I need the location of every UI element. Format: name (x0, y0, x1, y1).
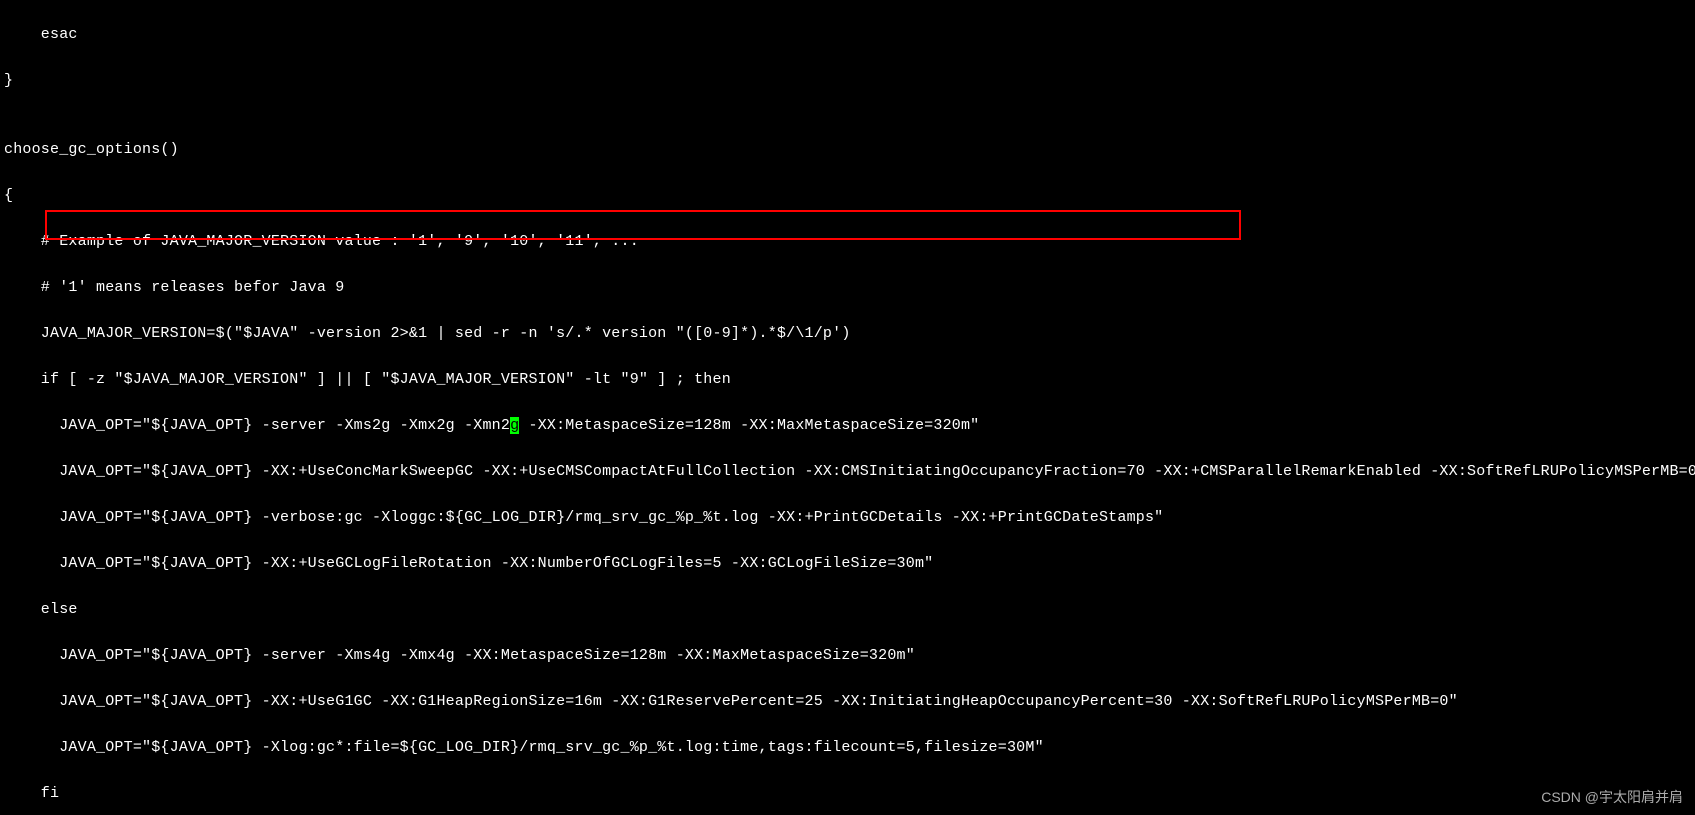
code-line: JAVA_OPT="${JAVA_OPT} -Xlog:gc*:file=${G… (4, 736, 1695, 759)
terminal-view[interactable]: esac } choose_gc_options() { # Example o… (0, 0, 1695, 815)
code-line: JAVA_OPT="${JAVA_OPT} -XX:+UseG1GC -XX:G… (4, 690, 1695, 713)
code-line: # '1' means releases befor Java 9 (4, 276, 1695, 299)
code-text: -XX:MetaspaceSize=128m -XX:MaxMetaspaceS… (519, 417, 979, 434)
code-line: # Example of JAVA_MAJOR_VERSION value : … (4, 230, 1695, 253)
code-line: JAVA_OPT="${JAVA_OPT} -verbose:gc -Xlogg… (4, 506, 1695, 529)
code-line: JAVA_OPT="${JAVA_OPT} -XX:+UseConcMarkSw… (4, 460, 1695, 483)
code-line: esac (4, 23, 1695, 46)
code-line: else (4, 598, 1695, 621)
code-line: JAVA_OPT="${JAVA_OPT} -XX:+UseGCLogFileR… (4, 552, 1695, 575)
code-line: JAVA_OPT="${JAVA_OPT} -server -Xms4g -Xm… (4, 644, 1695, 667)
code-line-highlighted: JAVA_OPT="${JAVA_OPT} -server -Xms2g -Xm… (4, 414, 1695, 437)
cursor: g (510, 417, 519, 434)
watermark-text: CSDN @宇太阳肩并肩 (1541, 786, 1683, 809)
code-line: JAVA_MAJOR_VERSION=$("$JAVA" -version 2>… (4, 322, 1695, 345)
code-text: JAVA_OPT="${JAVA_OPT} -server -Xms2g -Xm… (4, 417, 510, 434)
code-line: if [ -z "$JAVA_MAJOR_VERSION" ] || [ "$J… (4, 368, 1695, 391)
code-line: { (4, 184, 1695, 207)
code-line: } (4, 69, 1695, 92)
code-line: choose_gc_options() (4, 138, 1695, 161)
code-line: fi (4, 782, 1695, 805)
